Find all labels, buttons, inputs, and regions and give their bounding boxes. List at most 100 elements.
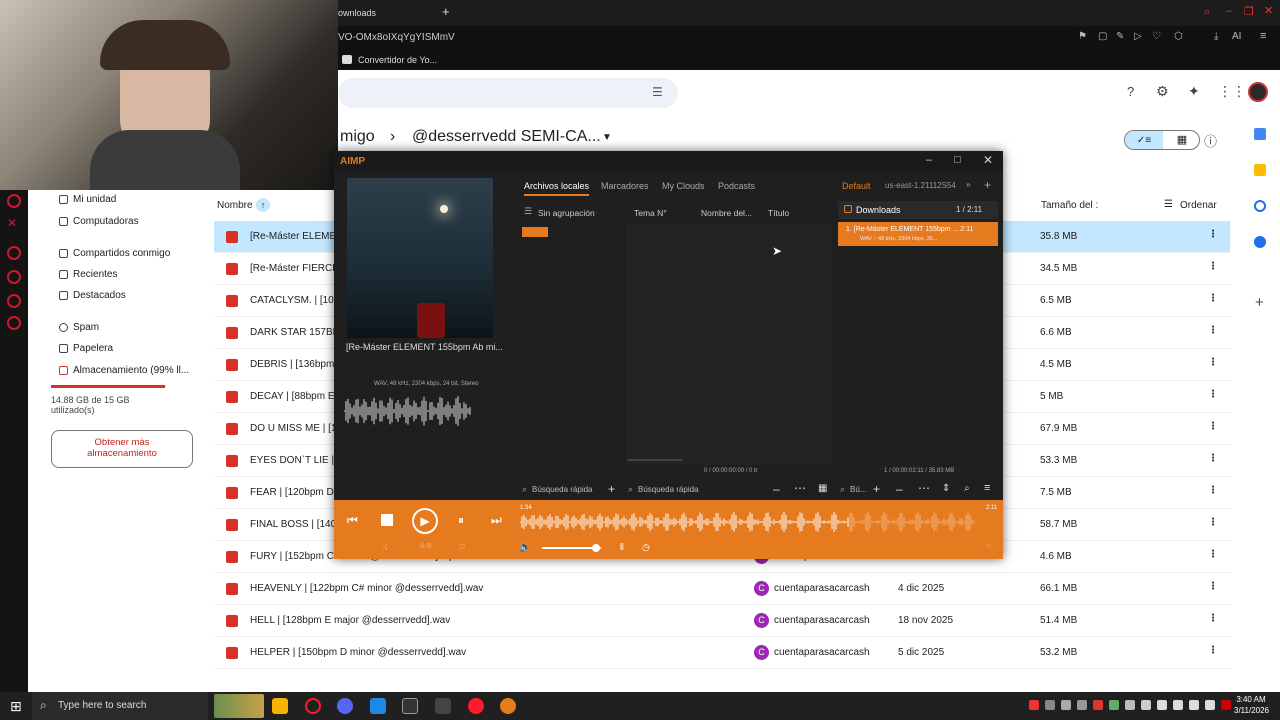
playlist-find-icon[interactable]: ⌕ <box>964 483 970 494</box>
more-options-icon[interactable]: ⋮ <box>1208 645 1218 656</box>
help-icon[interactable]: ? <box>1127 84 1134 99</box>
shuffle-icon[interactable]: ⤨ <box>381 543 387 553</box>
library-scrollbar[interactable] <box>628 459 682 461</box>
more-options-icon[interactable]: ⋮ <box>1208 229 1218 240</box>
more-options-icon[interactable]: ⋮ <box>1208 357 1218 368</box>
sort-up-icon[interactable]: ↑ <box>256 198 270 212</box>
library-list[interactable] <box>626 225 832 465</box>
more-options-icon[interactable]: ⋮ <box>1208 517 1218 528</box>
gear-icon[interactable]: ⚙ <box>1156 83 1169 100</box>
remove-icon[interactable]: – <box>773 482 780 496</box>
volume-tray-icon[interactable] <box>1189 700 1199 710</box>
avatar[interactable] <box>1248 82 1268 102</box>
col-file-name[interactable]: Nombre del... <box>701 208 752 218</box>
play-icon[interactable]: ▷ <box>1134 31 1142 42</box>
taskbar-search-text[interactable]: Type here to search <box>58 700 146 711</box>
previous-icon[interactable]: ⏮ <box>347 513 358 528</box>
gemini-icon[interactable]: ✦ <box>1188 83 1200 100</box>
maximize-icon[interactable]: ❐ <box>1244 5 1254 18</box>
group-icon[interactable]: ☰ <box>524 206 532 217</box>
search-icon[interactable]: ⌕ <box>522 484 527 495</box>
file-search[interactable]: Búsqueda rápida <box>638 485 699 494</box>
file-name[interactable]: HELPER | [150bpm D minor @desserrvedd].w… <box>250 647 466 658</box>
stop-icon[interactable] <box>381 514 393 526</box>
view-grid-icon[interactable]: ▦ <box>818 483 827 494</box>
info-icon[interactable]: ⓘ <box>1204 131 1217 150</box>
more-options-icon[interactable]: ⋮ <box>1208 549 1218 560</box>
file-name[interactable]: HEAVENLY | [122bpm C# minor @desserrvedd… <box>250 583 483 594</box>
instagram-icon[interactable] <box>7 246 21 260</box>
x-icon[interactable]: ✕ <box>7 216 21 230</box>
calendar-icon[interactable] <box>1254 128 1266 140</box>
more-options-icon[interactable]: ⋮ <box>1208 389 1218 400</box>
contacts-icon[interactable] <box>1254 236 1266 248</box>
tray-icon-8[interactable] <box>1141 700 1151 710</box>
discord-icon[interactable] <box>337 698 353 714</box>
pause-icon[interactable]: ⏸ <box>458 513 464 528</box>
get-storage-button[interactable]: Obtener más almacenamiento <box>51 430 193 468</box>
playlist-sort-icon[interactable]: ⇕ <box>942 483 950 494</box>
tab-local-files[interactable]: Archivos locales <box>524 181 590 196</box>
sort-icon[interactable]: ☰ <box>1164 199 1173 210</box>
url-text[interactable]: VO-OMx8oIXqYgYISMmV <box>338 32 455 43</box>
tiktok-icon[interactable] <box>7 194 21 208</box>
more-options-icon[interactable]: ⋮ <box>1208 453 1218 464</box>
volume-knob[interactable] <box>592 544 600 552</box>
translate-icon[interactable]: ✎ <box>1116 31 1124 42</box>
tray-icon-9[interactable] <box>1157 700 1167 710</box>
more-options-icon[interactable]: ⋮ <box>1208 421 1218 432</box>
battery-icon[interactable] <box>1205 700 1215 710</box>
heart-icon[interactable]: ♡ <box>1152 31 1161 42</box>
more-options-icon[interactable]: ⋮ <box>1208 293 1218 304</box>
more-options-icon[interactable]: ⋮ <box>1208 261 1218 272</box>
tray-icon-2[interactable] <box>1045 700 1055 710</box>
more-options-icon[interactable]: ⋮ <box>1208 613 1218 624</box>
new-tab-icon[interactable]: + <box>442 4 450 19</box>
nav-storage[interactable]: Almacenamiento (99% ll... <box>59 365 189 376</box>
nav-computers[interactable]: Computadoras <box>59 216 139 227</box>
search-icon-2[interactable]: ⌕ <box>628 484 633 495</box>
file-name[interactable]: FEAR | [120bpm D# <box>250 487 339 498</box>
nav-trash[interactable]: Papelera <box>59 343 113 354</box>
file-name[interactable]: EYES DON`T LIE | [ <box>250 455 340 466</box>
table-row[interactable]: HEAVENLY | [122bpm C# minor @desserrvedd… <box>214 573 1230 605</box>
table-row[interactable]: HELL | [128bpm E major @desserrvedd].wav… <box>214 605 1230 637</box>
equalizer-icon[interactable]: ⫴ <box>620 542 624 553</box>
clock-icon[interactable] <box>7 294 21 308</box>
windows-start-icon[interactable]: ⊞ <box>10 698 22 715</box>
add-playlist-icon[interactable]: + <box>984 178 991 192</box>
history-icon[interactable] <box>7 270 21 284</box>
ab-repeat[interactable]: A-B <box>420 543 432 550</box>
grid-view-icon[interactable]: ▦ <box>1165 133 1199 146</box>
playlist-tab-default[interactable]: Default <box>842 181 871 191</box>
keep-icon[interactable] <box>1254 164 1266 176</box>
tray-icon-1[interactable] <box>1029 700 1039 710</box>
bookmark-item[interactable]: Convertidor de Yo... <box>358 55 437 65</box>
tab-my-clouds[interactable]: My Clouds <box>662 181 705 191</box>
filter-icon[interactable]: ☰ <box>652 85 663 99</box>
menu-icon[interactable]: ≡ <box>1260 30 1266 42</box>
close-icon[interactable]: ✕ <box>1264 4 1273 17</box>
seek-waveform[interactable] <box>520 512 976 532</box>
tray-icon-4[interactable] <box>1077 700 1087 710</box>
search-icon[interactable]: ⌕ <box>1204 6 1210 19</box>
drive-search-bar[interactable]: ☰ <box>338 78 678 108</box>
nav-my-drive[interactable]: Mi unidad <box>59 194 116 205</box>
repeat-icon[interactable]: ⤧ <box>459 543 465 553</box>
playlist-check-icon[interactable] <box>844 205 852 213</box>
chevron-down-icon[interactable]: ▼ <box>602 132 612 143</box>
file-name[interactable]: [Re-Máster FIERCE <box>250 263 339 274</box>
nav-recent[interactable]: Recientes <box>59 269 117 280</box>
view-toggle[interactable]: ✓≡ ▦ <box>1124 130 1200 150</box>
volume-icon[interactable]: 🔈 <box>519 542 531 553</box>
app-icon-7[interactable] <box>435 698 451 714</box>
capcut-icon[interactable] <box>402 698 418 714</box>
breadcrumb-prefix[interactable]: migo <box>340 128 375 146</box>
column-name[interactable]: Nombre <box>217 200 253 211</box>
file-name[interactable]: CATACLYSM. | [108 <box>250 295 339 306</box>
taskbar-search[interactable]: ⌕ Type here to search <box>32 692 208 720</box>
more-icon[interactable]: ⋯ <box>794 481 806 495</box>
tab-title[interactable]: ownloads <box>338 8 376 18</box>
ai-label[interactable]: AI <box>1232 31 1241 42</box>
tab-bookmarks[interactable]: Marcadores <box>601 181 649 191</box>
